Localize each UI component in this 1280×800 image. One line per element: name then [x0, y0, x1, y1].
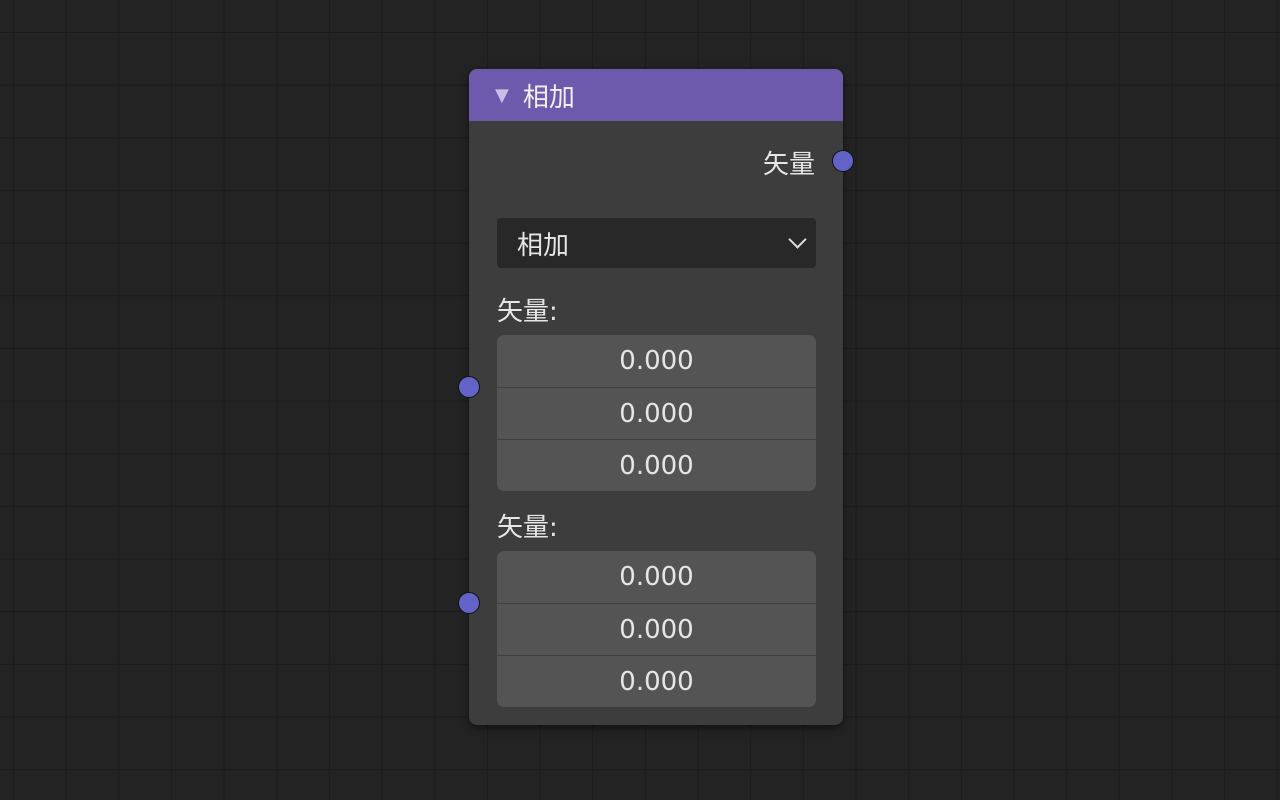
output-socket[interactable] [832, 150, 854, 172]
node-header[interactable]: ▼ 相加 [469, 69, 843, 121]
input-1-socket[interactable] [458, 376, 480, 398]
operation-dropdown[interactable]: 相加 [497, 218, 816, 268]
input-2-x-field[interactable]: 0.000 [497, 551, 816, 603]
output-label: 矢量 [762, 150, 815, 180]
input-1-label: 矢量: [497, 297, 558, 327]
node-title: 相加 [522, 82, 575, 113]
input-2-label: 矢量: [497, 513, 558, 543]
vector-math-node[interactable]: ▼ 相加 矢量 相加 矢量: 0.000 0.000 0.000 矢量: 0.0… [458, 69, 854, 725]
input-2-vector: 0.000 0.000 0.000 [497, 551, 816, 707]
collapse-triangle-icon[interactable]: ▼ [495, 85, 509, 106]
input-2-socket[interactable] [458, 592, 480, 614]
input-1-z-field[interactable]: 0.000 [497, 439, 816, 491]
input-2-z-field[interactable]: 0.000 [497, 655, 816, 707]
operation-value: 相加 [517, 230, 570, 261]
input-1-vector: 0.000 0.000 0.000 [497, 335, 816, 491]
input-2-y-field[interactable]: 0.000 [497, 603, 816, 655]
chevron-down-icon [788, 229, 807, 249]
input-1-x-field[interactable]: 0.000 [497, 335, 816, 387]
input-1-y-field[interactable]: 0.000 [497, 387, 816, 439]
